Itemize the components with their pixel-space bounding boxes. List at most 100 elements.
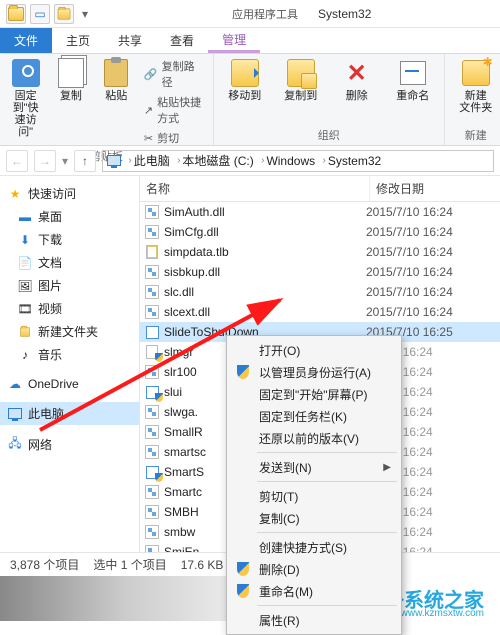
- download-icon: ⬇: [18, 233, 32, 247]
- column-headers[interactable]: 名称 修改日期: [140, 176, 500, 202]
- tab-file[interactable]: 文件: [0, 28, 52, 53]
- nav-downloads[interactable]: ⬇下载: [0, 228, 139, 251]
- exe-icon: [144, 324, 160, 340]
- nav-newfolder[interactable]: 新建文件夹: [0, 320, 139, 343]
- paste-shortcut-button[interactable]: ↗粘贴快捷方式: [144, 94, 205, 126]
- tlb-icon: [144, 244, 160, 260]
- copy-to-button[interactable]: 复制到: [278, 58, 324, 102]
- copy-icon: [56, 58, 86, 88]
- nav-back-button[interactable]: ←: [6, 150, 28, 172]
- file-row[interactable]: sisbkup.dll2015/7/10 16:24: [140, 262, 500, 282]
- menu-pin-taskbar[interactable]: 固定到任务栏(K): [229, 405, 399, 427]
- nav-desktop[interactable]: ▬桌面: [0, 205, 139, 228]
- breadcrumb[interactable]: › 此电脑 › 本地磁盘 (C:) › Windows › System32: [102, 150, 494, 172]
- nav-onedrive[interactable]: ☁OneDrive: [0, 374, 139, 394]
- file-name: SimAuth.dll: [164, 205, 366, 219]
- nav-videos[interactable]: 🎞视频: [0, 297, 139, 320]
- file-row[interactable]: simpdata.tlb2015/7/10 16:24: [140, 242, 500, 262]
- pictures-icon: 🖼: [18, 279, 32, 293]
- star-icon: ★: [8, 187, 22, 201]
- paste-icon: [101, 58, 131, 88]
- file-name: slc.dll: [164, 285, 366, 299]
- menu-properties[interactable]: 属性(R): [229, 609, 399, 631]
- menu-pin-start[interactable]: 固定到"开始"屏幕(P): [229, 383, 399, 405]
- nav-documents[interactable]: 📄文档: [0, 251, 139, 274]
- qat-dropdown-icon[interactable]: ▾: [78, 7, 92, 21]
- nav-music[interactable]: ♪音乐: [0, 343, 139, 366]
- menu-restore[interactable]: 还原以前的版本(V): [229, 427, 399, 449]
- tab-home[interactable]: 主页: [52, 28, 104, 53]
- file-name: sisbkup.dll: [164, 265, 366, 279]
- moveto-icon: [230, 58, 260, 88]
- nav-quick-access[interactable]: ★快速访问: [0, 182, 139, 205]
- file-name: slcext.dll: [164, 305, 366, 319]
- status-item-count: 3,878 个项目: [10, 556, 79, 573]
- menu-send-to[interactable]: 发送到(N)▶: [229, 456, 399, 478]
- desktop-icon: ▬: [18, 210, 32, 224]
- dll-icon: [144, 484, 160, 500]
- scr-icon: [144, 344, 160, 360]
- exe-icon: [144, 464, 160, 480]
- dll-icon: [144, 284, 160, 300]
- dll-icon: [144, 364, 160, 380]
- nav-thispc[interactable]: 此电脑: [0, 402, 139, 425]
- copy-button[interactable]: 复制: [53, 58, 88, 102]
- qat-newfolder-icon[interactable]: [54, 4, 74, 24]
- menu-open[interactable]: 打开(O): [229, 339, 399, 361]
- dll-icon: [144, 424, 160, 440]
- nav-pictures[interactable]: 🖼图片: [0, 274, 139, 297]
- nav-pane: ★快速访问 ▬桌面 ⬇下载 📄文档 🖼图片 🎞视频 新建文件夹 ♪音乐 ☁One…: [0, 176, 140, 552]
- submenu-arrow-icon: ▶: [383, 462, 391, 473]
- dll-icon: [144, 264, 160, 280]
- file-row[interactable]: SimAuth.dll2015/7/10 16:24: [140, 202, 500, 222]
- pin-quick-access-button[interactable]: 固定到"快 速访问": [8, 58, 43, 138]
- move-to-button[interactable]: 移动到: [222, 58, 268, 102]
- file-date: 2015/7/10 16:24: [366, 265, 496, 279]
- dll-icon: [144, 304, 160, 320]
- nav-forward-button[interactable]: →: [34, 150, 56, 172]
- col-name[interactable]: 名称: [140, 176, 370, 201]
- group-organize-label: 组织: [222, 125, 436, 143]
- nav-history-dropdown[interactable]: ▾: [62, 154, 68, 168]
- file-row[interactable]: slc.dll2015/7/10 16:24: [140, 282, 500, 302]
- address-row: ← → ▾ ↑ › 此电脑 › 本地磁盘 (C:) › Windows › Sy…: [0, 146, 500, 176]
- menu-copy[interactable]: 复制(C): [229, 507, 399, 529]
- tab-share[interactable]: 共享: [104, 28, 156, 53]
- file-row[interactable]: slcext.dll2015/7/10 16:24: [140, 302, 500, 322]
- rename-button[interactable]: 重命名: [390, 58, 436, 102]
- shield-icon: [235, 561, 251, 577]
- tab-view[interactable]: 查看: [156, 28, 208, 53]
- delete-button[interactable]: ✕ 删除: [334, 58, 380, 102]
- titlebar: ▭ ▾ 应用程序工具 System32: [0, 0, 500, 28]
- dll-icon: [144, 504, 160, 520]
- music-icon: ♪: [18, 348, 32, 362]
- dll-icon: [144, 404, 160, 420]
- menu-run-admin[interactable]: 以管理员身份运行(A): [229, 361, 399, 383]
- menu-delete[interactable]: 删除(D): [229, 558, 399, 580]
- document-icon: 📄: [18, 256, 32, 270]
- pc-icon: [8, 407, 22, 421]
- nav-network[interactable]: 🖧网络: [0, 433, 139, 456]
- rename-icon: [398, 58, 428, 88]
- tab-manage[interactable]: 管理: [208, 28, 260, 53]
- paste-button[interactable]: 粘贴: [99, 58, 134, 102]
- cut-button[interactable]: ✂剪切: [144, 130, 205, 146]
- copy-path-button[interactable]: 🔗复制路径: [144, 58, 205, 90]
- context-menu: 打开(O) 以管理员身份运行(A) 固定到"开始"屏幕(P) 固定到任务栏(K)…: [226, 335, 402, 635]
- explorer-icon[interactable]: [6, 4, 26, 24]
- qat-properties-icon[interactable]: ▭: [30, 4, 50, 24]
- menu-create-shortcut[interactable]: 创建快捷方式(S): [229, 536, 399, 558]
- status-selected: 选中 1 个项目: [93, 556, 166, 573]
- copyto-icon: [286, 58, 316, 88]
- col-modified[interactable]: 修改日期: [370, 176, 500, 201]
- menu-rename[interactable]: 重命名(M): [229, 580, 399, 602]
- new-folder-button[interactable]: 新建 文件夹: [453, 58, 499, 114]
- delete-icon: ✕: [342, 58, 372, 88]
- dll-icon: [144, 544, 160, 552]
- file-row[interactable]: SimCfg.dll2015/7/10 16:24: [140, 222, 500, 242]
- contextual-tab-label: 应用程序工具: [232, 6, 298, 22]
- status-size: 17.6 KB: [181, 558, 224, 572]
- nav-up-button[interactable]: ↑: [74, 150, 96, 172]
- menu-cut[interactable]: 剪切(T): [229, 485, 399, 507]
- window-title: System32: [318, 7, 371, 21]
